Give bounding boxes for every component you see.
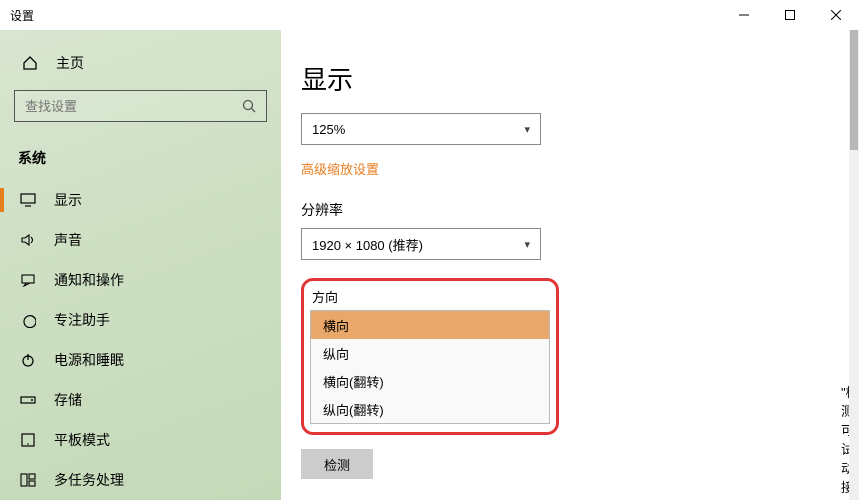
window-controls [721,0,859,30]
maximize-icon [785,10,795,20]
window-title: 设置 [10,7,34,24]
page-title: 显示 [301,60,859,97]
orientation-label: 方向 [310,285,550,306]
chevron-down-icon: ▾ [524,123,530,136]
search-box[interactable] [14,90,267,122]
body: 主页 系统 显示 声音 通知和操作 专注助手 [0,30,859,500]
settings-window: 设置 主页 系统 [0,0,859,500]
detect-button[interactable]: 检测 [301,449,373,479]
power-icon [18,352,38,368]
storage-icon [18,394,38,406]
minimize-button[interactable] [721,0,767,30]
resolution-label: 分辨率 [301,200,859,220]
nav-label: 平板模式 [54,430,110,450]
search-input[interactable] [25,99,242,114]
notification-icon [18,273,38,287]
close-button[interactable] [813,0,859,30]
sidebar-section-title: 系统 [0,148,281,168]
nav-label: 专注助手 [54,310,110,330]
nav-label: 电源和睡眠 [54,350,124,370]
nav-notifications[interactable]: 通知和操作 [0,260,281,300]
orientation-option[interactable]: 横向 [311,311,549,339]
sound-icon [18,233,38,247]
scrollbar[interactable] [849,30,859,500]
nav-label: 显示 [54,190,82,210]
nav-label: 通知和操作 [54,270,124,290]
nav-multitask[interactable]: 多任务处理 [0,460,281,500]
minimize-icon [739,10,749,20]
nav-sound[interactable]: 声音 [0,220,281,260]
nav-label: 声音 [54,230,82,250]
multitask-icon [18,473,38,487]
scale-value: 125% [312,122,345,137]
sidebar-home-label: 主页 [56,53,84,73]
content: 显示 125% ▾ 高级缩放设置 分辨率 1920 × 1080 (推荐) ▾ … [281,30,859,500]
orientation-option[interactable]: 纵向(翻转) [311,395,549,423]
orientation-dropdown[interactable]: 横向 纵向 横向(翻转) 纵向(翻转) [310,310,550,424]
chevron-down-icon: ▾ [524,238,530,251]
advanced-scale-link[interactable]: 高级缩放设置 [301,159,379,178]
nav-tablet[interactable]: 平板模式 [0,420,281,460]
sidebar-home[interactable]: 主页 [0,44,281,82]
maximize-button[interactable] [767,0,813,30]
orientation-option[interactable]: 横向(翻转) [311,367,549,395]
close-icon [831,10,841,20]
sidebar: 主页 系统 显示 声音 通知和操作 专注助手 [0,30,281,500]
orientation-option[interactable]: 纵向 [311,339,549,367]
resolution-value: 1920 × 1080 (推荐) [312,235,423,254]
scale-select[interactable]: 125% ▾ [301,113,541,145]
orientation-highlight: 方向 横向 纵向 横向(翻转) 纵向(翻转) [301,278,559,435]
titlebar: 设置 [0,0,859,30]
nav-power[interactable]: 电源和睡眠 [0,340,281,380]
nav-focus[interactable]: 专注助手 [0,300,281,340]
home-icon [20,55,40,71]
display-icon [18,193,38,207]
nav-display[interactable]: 显示 [0,180,281,220]
resolution-select[interactable]: 1920 × 1080 (推荐) ▾ [301,228,541,260]
tablet-icon [18,433,38,447]
focus-icon [18,312,38,328]
nav-label: 多任务处理 [54,470,124,490]
nav-storage[interactable]: 存储 [0,380,281,420]
scrollbar-thumb[interactable] [850,30,858,150]
search-icon [242,99,256,113]
nav-label: 存储 [54,390,82,410]
